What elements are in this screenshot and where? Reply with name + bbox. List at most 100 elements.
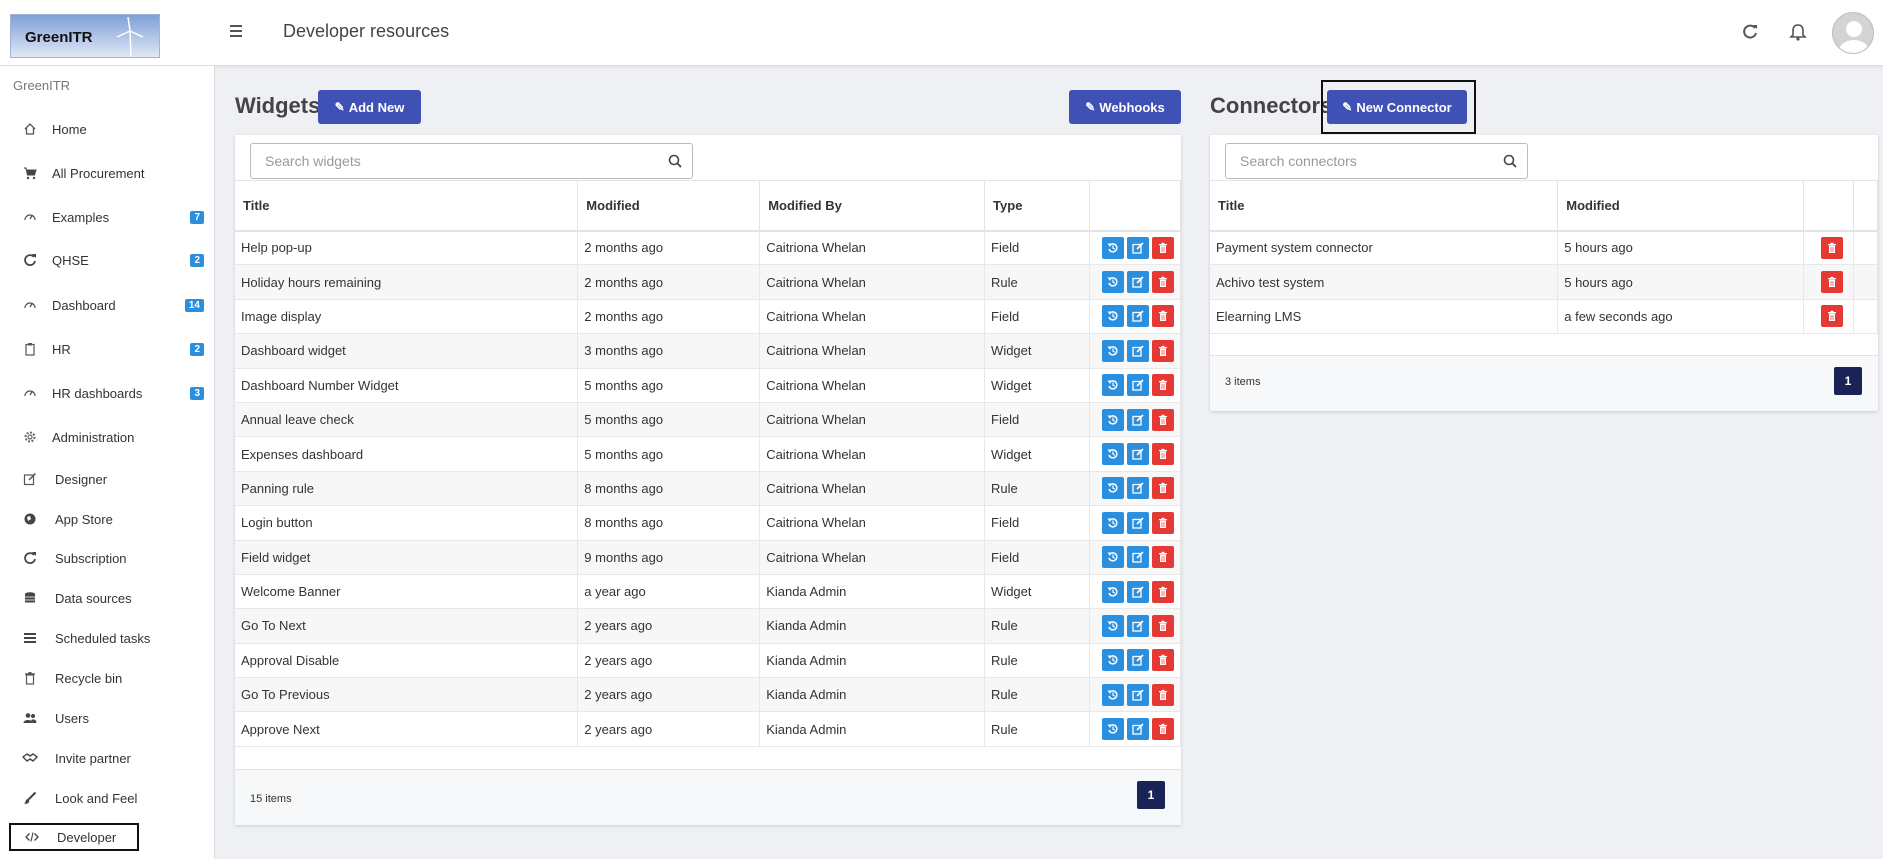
- table-row[interactable]: Holiday hours remaining 2 months ago Caitr…: [235, 264, 1182, 300]
- sidebar-item-qhse[interactable]: QHSE 2: [22, 247, 204, 273]
- delete-button[interactable]: [1151, 339, 1174, 362]
- sidebar-item-invite-partner[interactable]: Invite partner: [22, 745, 204, 771]
- table-row[interactable]: Panning rule 8 months ago Caitriona Whelan…: [235, 471, 1182, 507]
- table-row[interactable]: Expenses dashboard 5 months ago Caitriona …: [235, 436, 1182, 472]
- delete-button[interactable]: [1151, 443, 1174, 466]
- sidebar-item-scheduled-tasks[interactable]: Scheduled tasks: [22, 625, 204, 651]
- edit-button[interactable]: [1126, 477, 1149, 500]
- sidebar-item-developer[interactable]: Developer: [9, 823, 139, 851]
- table-row[interactable]: Annual leave check 5 months ago Caitriona …: [235, 402, 1182, 438]
- delete-button[interactable]: [1820, 305, 1843, 328]
- sidebar-item-dashboard[interactable]: Dashboard 14: [22, 292, 204, 318]
- edit-button[interactable]: [1126, 546, 1149, 569]
- sidebar-item-administration[interactable]: Administration: [22, 424, 204, 450]
- new-connector-button[interactable]: ✎ New Connector: [1327, 90, 1467, 124]
- connectors-search-input[interactable]: [1240, 153, 1481, 169]
- history-button[interactable]: [1101, 305, 1124, 328]
- col-title[interactable]: Title: [1210, 180, 1559, 232]
- sidebar-item-examples[interactable]: Examples 7: [22, 204, 204, 230]
- add-new-widget-button[interactable]: ✎ Add New: [318, 90, 421, 124]
- refresh-icon[interactable]: [1740, 22, 1762, 44]
- menu-toggle-icon[interactable]: [228, 22, 244, 42]
- edit-button[interactable]: [1126, 408, 1149, 431]
- table-row[interactable]: Approve Next 2 years ago Kianda Admin Rule: [235, 711, 1182, 747]
- edit-button[interactable]: [1126, 614, 1149, 637]
- sidebar-item-look-and-feel[interactable]: Look and Feel: [22, 785, 204, 811]
- table-row[interactable]: Go To Previous 2 years ago Kianda Admin Rul…: [235, 677, 1182, 713]
- history-button[interactable]: [1101, 546, 1124, 569]
- sidebar-item-recycle-bin[interactable]: Recycle bin: [22, 665, 204, 691]
- edit-button[interactable]: [1126, 236, 1149, 259]
- sidebar-item-hr[interactable]: HR 2: [22, 336, 204, 362]
- delete-button[interactable]: [1151, 477, 1174, 500]
- connectors-search[interactable]: [1225, 143, 1528, 179]
- delete-button[interactable]: [1151, 546, 1174, 569]
- delete-button[interactable]: [1151, 374, 1174, 397]
- table-row[interactable]: Image display 2 months ago Caitriona Whela…: [235, 299, 1182, 335]
- table-row[interactable]: Elearning LMS a few seconds ago: [1210, 299, 1878, 335]
- delete-button[interactable]: [1151, 683, 1174, 706]
- table-row[interactable]: Dashboard widget 3 months ago Caitriona Wh…: [235, 333, 1182, 369]
- history-button[interactable]: [1101, 683, 1124, 706]
- logo[interactable]: GreenITR: [10, 14, 160, 58]
- bell-icon[interactable]: [1788, 22, 1810, 44]
- widgets-page-button[interactable]: 1: [1137, 781, 1165, 809]
- sidebar-item-data-sources[interactable]: Data sources: [22, 585, 204, 611]
- edit-button[interactable]: [1126, 443, 1149, 466]
- history-button[interactable]: [1101, 718, 1124, 741]
- history-button[interactable]: [1101, 614, 1124, 637]
- table-row[interactable]: Dashboard Number Widget 5 months ago Caitr…: [235, 368, 1182, 403]
- edit-button[interactable]: [1126, 511, 1149, 534]
- history-button[interactable]: [1101, 374, 1124, 397]
- col-modified[interactable]: Modified: [1557, 180, 1805, 232]
- sidebar-item-subscription[interactable]: Subscription: [22, 545, 204, 571]
- delete-button[interactable]: [1151, 718, 1174, 741]
- col-modified[interactable]: Modified: [577, 180, 761, 232]
- col-title[interactable]: Title: [235, 180, 579, 232]
- sidebar-item-app-store[interactable]: App Store: [22, 506, 204, 532]
- sidebar-item-designer[interactable]: Designer: [22, 466, 204, 492]
- delete-button[interactable]: [1820, 271, 1843, 294]
- table-row[interactable]: Welcome Banner a year ago Kianda Admin Widg…: [235, 574, 1182, 610]
- history-button[interactable]: [1101, 271, 1124, 294]
- widgets-search-input[interactable]: [265, 153, 618, 169]
- history-button[interactable]: [1101, 511, 1124, 534]
- history-button[interactable]: [1101, 580, 1124, 603]
- history-button[interactable]: [1101, 443, 1124, 466]
- history-button[interactable]: [1101, 649, 1124, 672]
- delete-button[interactable]: [1151, 305, 1174, 328]
- connectors-page-button[interactable]: 1: [1834, 367, 1862, 395]
- edit-button[interactable]: [1126, 649, 1149, 672]
- table-row[interactable]: Achivo test system 5 hours ago: [1210, 264, 1878, 300]
- delete-button[interactable]: [1151, 614, 1174, 637]
- widgets-search[interactable]: [250, 143, 693, 179]
- table-row[interactable]: Payment system connector 5 hours ago: [1210, 230, 1878, 266]
- table-row[interactable]: Go To Next 2 years ago Kianda Admin Rule: [235, 608, 1182, 644]
- sidebar-item-home[interactable]: Home: [22, 116, 204, 142]
- table-row[interactable]: Approval Disable 2 years ago Kianda Admin R…: [235, 643, 1182, 679]
- history-button[interactable]: [1101, 477, 1124, 500]
- delete-button[interactable]: [1151, 649, 1174, 672]
- table-row[interactable]: Login button 8 months ago Caitriona Whelan…: [235, 505, 1182, 541]
- edit-button[interactable]: [1126, 580, 1149, 603]
- history-button[interactable]: [1101, 408, 1124, 431]
- edit-button[interactable]: [1126, 339, 1149, 362]
- edit-button[interactable]: [1126, 374, 1149, 397]
- edit-button[interactable]: [1126, 305, 1149, 328]
- sidebar-item-all-procurement[interactable]: All Procurement: [22, 160, 204, 186]
- table-row[interactable]: Field widget 9 months ago Caitriona Whelan…: [235, 540, 1182, 575]
- edit-button[interactable]: [1126, 718, 1149, 741]
- search-icon[interactable]: [1503, 154, 1517, 168]
- delete-button[interactable]: [1151, 580, 1174, 603]
- history-button[interactable]: [1101, 236, 1124, 259]
- col-modified-by[interactable]: Modified By: [759, 180, 986, 232]
- history-button[interactable]: [1101, 339, 1124, 362]
- edit-button[interactable]: [1126, 271, 1149, 294]
- delete-button[interactable]: [1151, 236, 1174, 259]
- col-type[interactable]: Type: [984, 180, 1090, 232]
- edit-button[interactable]: [1126, 683, 1149, 706]
- delete-button[interactable]: [1820, 236, 1843, 259]
- table-row[interactable]: Help pop-up 2 months ago Caitriona Whelan F…: [235, 230, 1182, 266]
- avatar[interactable]: [1832, 12, 1874, 54]
- delete-button[interactable]: [1151, 511, 1174, 534]
